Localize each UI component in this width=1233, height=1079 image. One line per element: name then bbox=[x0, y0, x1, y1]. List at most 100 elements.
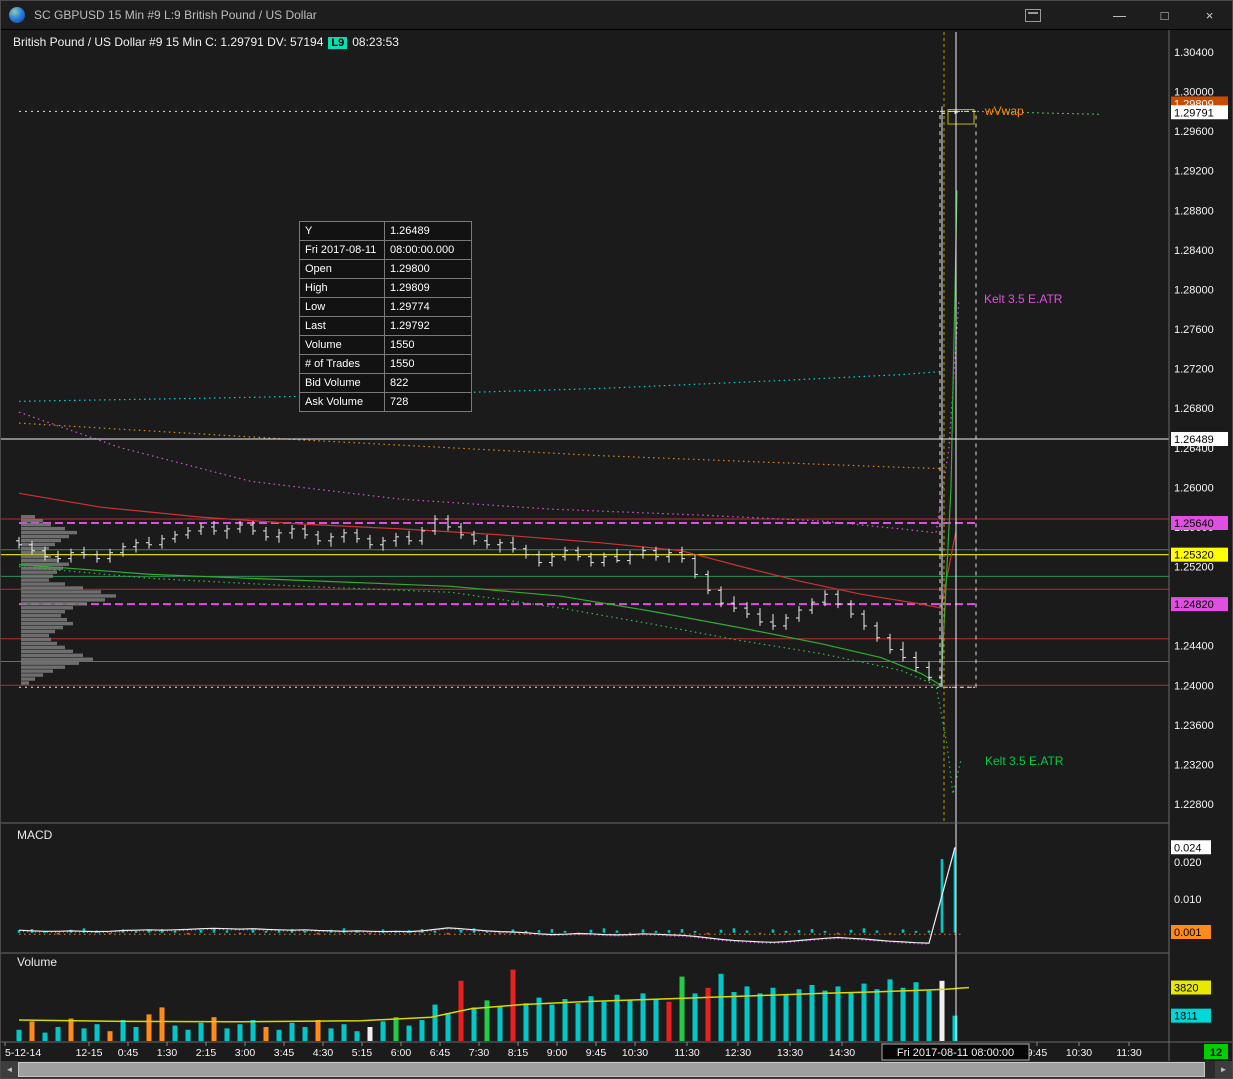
volume-bar bbox=[107, 1031, 113, 1041]
tooltip-field-label: Ask Volume bbox=[299, 392, 385, 412]
scroll-left-button[interactable]: ◄ bbox=[1, 1061, 18, 1078]
time-axis-label: 3:45 bbox=[274, 1047, 295, 1059]
volume-bar bbox=[874, 989, 880, 1041]
volume-bar bbox=[887, 979, 893, 1041]
volume-bar bbox=[445, 1013, 451, 1041]
volume-profile-bar bbox=[21, 669, 53, 673]
volume-bar bbox=[796, 989, 802, 1041]
tooltip-row: Last 1.29792 bbox=[299, 316, 472, 336]
volume-panel-label: Volume bbox=[17, 955, 58, 969]
macd-histogram-bar bbox=[186, 932, 190, 935]
macd-histogram-bar bbox=[732, 928, 736, 933]
price-axis-tick: 1.24000 bbox=[1174, 680, 1214, 692]
chart-canvas[interactable]: 1.304001.300001.296001.292001.288001.284… bbox=[1, 1, 1233, 1079]
price-axis-tick: 1.24400 bbox=[1174, 641, 1214, 653]
moving-average-red bbox=[18, 492, 957, 609]
volume-bar bbox=[718, 973, 724, 1041]
price-axis-tick: 1.29200 bbox=[1174, 166, 1214, 178]
tooltip-row: Volume 1550 bbox=[299, 335, 472, 355]
tooltip-field-label: Volume bbox=[299, 335, 385, 355]
maximize-button[interactable]: □ bbox=[1142, 1, 1187, 29]
scrollbar-thumb[interactable] bbox=[18, 1062, 1205, 1077]
volume-profile-bar bbox=[21, 530, 77, 535]
volume-bar bbox=[354, 1031, 360, 1041]
volume-profile-bar bbox=[21, 558, 59, 562]
volume-bar bbox=[588, 996, 594, 1041]
volume-profile-bar bbox=[21, 681, 29, 685]
chart-values-tooltip: Y 1.26489 Fri 2017-08-11 08:00:00.000 Open 1.… bbox=[299, 221, 472, 412]
tooltip-field-value: 822 bbox=[384, 373, 472, 393]
volume-profile-bar bbox=[21, 617, 67, 622]
volume-profile-bar bbox=[21, 586, 83, 590]
macd-histogram-bar bbox=[654, 930, 658, 933]
volume-profile-bar bbox=[21, 673, 43, 677]
volume-bar bbox=[744, 986, 750, 1041]
macd-histogram-bar bbox=[693, 930, 697, 933]
tooltip-field-value: 1.29792 bbox=[384, 316, 472, 336]
vwap-line bbox=[18, 422, 942, 470]
macd-axis-tick: 0.020 bbox=[1174, 857, 1202, 869]
tooltip-field-value: 1550 bbox=[384, 335, 472, 355]
volume-profile-bar bbox=[21, 515, 35, 519]
time-axis-label: 12:30 bbox=[725, 1047, 751, 1059]
tooltip-field-value: 1550 bbox=[384, 354, 472, 374]
time-axis-label: 10:30 bbox=[1066, 1047, 1092, 1059]
volume-bar bbox=[575, 1003, 581, 1041]
minimize-button[interactable]: — bbox=[1097, 1, 1142, 29]
volume-bar bbox=[835, 986, 841, 1041]
volume-bar bbox=[55, 1027, 61, 1041]
time-axis-label: 10:30 bbox=[622, 1047, 648, 1059]
price-axis-tick: 1.26800 bbox=[1174, 403, 1214, 415]
macd-histogram-bar bbox=[199, 929, 203, 933]
macd-histogram-bar bbox=[901, 929, 905, 933]
upper-band-cyan bbox=[18, 371, 942, 402]
volume-profile-bar bbox=[21, 594, 116, 598]
volume-bar bbox=[94, 1024, 100, 1041]
time-axis-label: 0:45 bbox=[118, 1047, 139, 1059]
scroll-right-button[interactable]: ► bbox=[1215, 1061, 1232, 1078]
macd-histogram-bar bbox=[238, 932, 242, 935]
volume-bar bbox=[848, 992, 854, 1041]
tooltip-field-label: Fri 2017-08-11 bbox=[299, 240, 385, 260]
keltner-lower-label: Kelt 3.5 E.ATR bbox=[985, 754, 1064, 768]
volume-bar bbox=[562, 999, 568, 1041]
price-axis-tick: 1.23600 bbox=[1174, 720, 1214, 732]
price-axis-tick: 1.30400 bbox=[1174, 47, 1214, 59]
macd-histogram-bar bbox=[225, 930, 229, 933]
chart-header-text: British Pound / US Dollar #9 15 Min C: 1… bbox=[13, 35, 324, 49]
macd-histogram-bar bbox=[147, 930, 151, 933]
macd-histogram-bar bbox=[615, 930, 619, 933]
volume-bar bbox=[497, 1006, 503, 1041]
macd-histogram-bar bbox=[459, 929, 463, 933]
macd-histogram-bar bbox=[784, 930, 788, 933]
volume-profile-bar bbox=[21, 614, 61, 618]
volume-bar bbox=[523, 1003, 529, 1041]
volume-bar bbox=[146, 1014, 152, 1041]
macd-line bbox=[18, 847, 956, 944]
titlebar: SC GBPUSD 15 Min #9 L:9 British Pound / … bbox=[1, 1, 1232, 30]
volume-bar bbox=[341, 1024, 347, 1041]
time-axis-label: 11:30 bbox=[674, 1047, 700, 1059]
volume-profile-bar bbox=[21, 633, 49, 638]
time-axis-label: 3:00 bbox=[235, 1047, 256, 1059]
volume-bar bbox=[705, 987, 711, 1041]
macd-histogram-bar bbox=[264, 930, 268, 933]
volume-bar bbox=[380, 1021, 386, 1041]
volume-profile-bar bbox=[21, 598, 105, 602]
macd-histogram-bar bbox=[875, 930, 879, 933]
volume-profile-bar bbox=[21, 534, 69, 539]
tooltip-field-value: 08:00:00.000 bbox=[384, 240, 472, 260]
close-button[interactable]: × bbox=[1187, 1, 1232, 29]
price-axis-value: 1.25640 bbox=[1174, 518, 1214, 530]
volume-bar bbox=[185, 1029, 191, 1041]
price-axis-tick: 1.29600 bbox=[1174, 126, 1214, 138]
volume-bar bbox=[822, 990, 828, 1041]
tooltip-field-value: 728 bbox=[384, 392, 472, 412]
time-axis-label: 6:45 bbox=[430, 1047, 451, 1059]
workspace-icon[interactable] bbox=[1025, 8, 1041, 22]
horizontal-scrollbar[interactable]: ◄ ► bbox=[1, 1061, 1232, 1078]
volume-profile-bar bbox=[21, 645, 65, 650]
volume-profile-bar bbox=[21, 629, 55, 634]
tooltip-field-label: Last bbox=[299, 316, 385, 336]
time-axis-label: 9:45 bbox=[1027, 1047, 1048, 1059]
